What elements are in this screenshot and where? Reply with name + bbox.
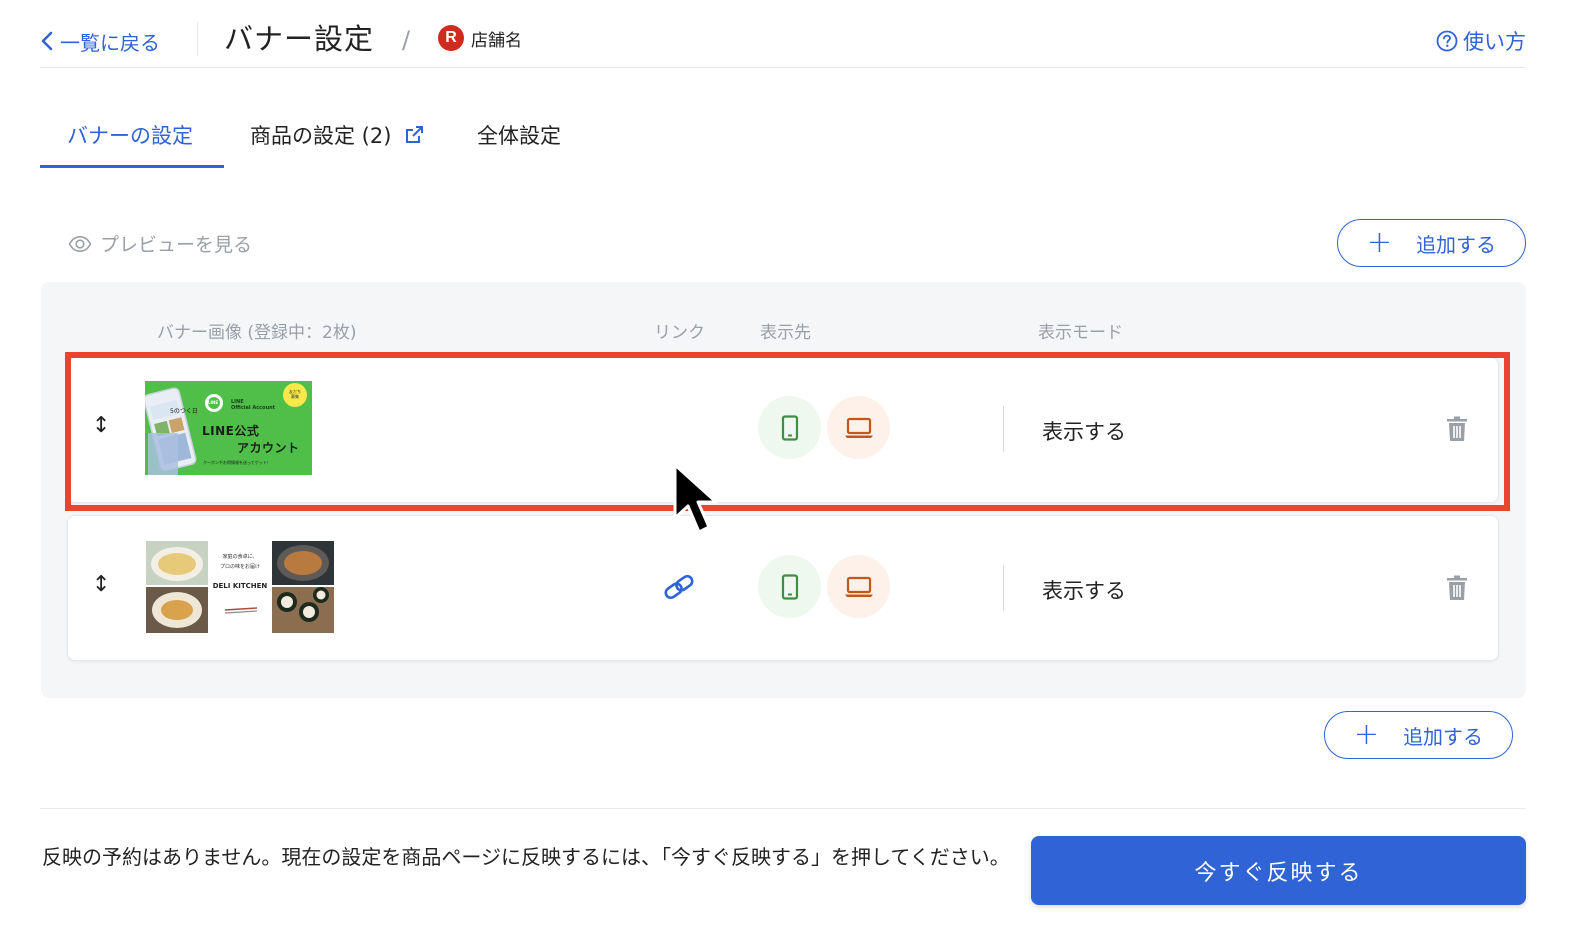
tab-banner-settings-label: バナーの設定 bbox=[67, 124, 193, 148]
column-header-link: リンク bbox=[654, 323, 705, 343]
eye-icon bbox=[68, 235, 92, 252]
preview-link[interactable]: プレビューを見る bbox=[68, 230, 252, 257]
banner-tagline-2: プロの味をお届け bbox=[219, 564, 260, 570]
trash-icon[interactable] bbox=[1446, 575, 1468, 605]
column-header-target: 表示先 bbox=[760, 323, 811, 343]
help-link[interactable]: 使い方 bbox=[1436, 26, 1526, 56]
smartphone-icon bbox=[781, 573, 798, 600]
column-header-image: バナー画像 (登録中：2枚) bbox=[157, 323, 357, 343]
tab-banner-settings[interactable]: バナーの設定 bbox=[67, 120, 193, 150]
banner-thumbnail[interactable]: 家庭の食卓に、 プロの味をお届け DELI KITCHEN bbox=[145, 540, 335, 634]
plus-icon: + bbox=[1353, 717, 1380, 752]
plus-icon: + bbox=[1366, 225, 1393, 260]
store-name: 店舗名 bbox=[471, 30, 522, 51]
pc-target-toggle[interactable] bbox=[827, 555, 890, 618]
back-link-label: 一覧に戻る bbox=[60, 30, 160, 55]
breadcrumb-separator: / bbox=[402, 26, 411, 54]
preview-label: プレビューを見る bbox=[100, 234, 253, 256]
page-title: バナー設定 bbox=[224, 22, 375, 56]
tab-general-settings[interactable]: 全体設定 bbox=[477, 120, 561, 150]
drag-handle-icon[interactable]: ↕ bbox=[92, 572, 110, 597]
chevron-left-icon bbox=[41, 31, 53, 51]
header-divider-line bbox=[40, 67, 1526, 68]
add-banner-button-top[interactable]: + 追加する bbox=[1337, 219, 1526, 267]
column-header-mode: 表示モード bbox=[1038, 323, 1123, 343]
store-breadcrumb: R 店舗名 bbox=[438, 25, 522, 51]
link-icon[interactable] bbox=[663, 573, 695, 605]
external-link-icon bbox=[406, 126, 424, 143]
tab-product-settings-label: 商品の設定 (2) bbox=[250, 124, 392, 148]
tab-product-settings[interactable]: 商品の設定 (2) bbox=[250, 120, 425, 150]
column-divider bbox=[1003, 565, 1004, 611]
active-tab-indicator bbox=[40, 165, 224, 168]
display-mode-value[interactable]: 表示する bbox=[1042, 575, 1126, 605]
mobile-target-toggle[interactable] bbox=[758, 555, 821, 618]
tab-general-settings-label: 全体設定 bbox=[477, 124, 561, 148]
row-highlight-box bbox=[65, 352, 1510, 511]
help-circle-icon bbox=[1436, 30, 1458, 52]
publish-now-button[interactable]: 今すぐ反映する bbox=[1031, 836, 1526, 905]
add-button-label: 追加する bbox=[1403, 724, 1484, 749]
store-logo: R bbox=[438, 25, 464, 51]
banner-brand: DELI KITCHEN bbox=[212, 582, 268, 590]
add-button-label: 追加する bbox=[1416, 232, 1497, 257]
back-link[interactable]: 一覧に戻る bbox=[40, 26, 160, 56]
header-divider bbox=[197, 22, 198, 56]
mouse-cursor-icon bbox=[672, 462, 724, 542]
laptop-icon bbox=[844, 576, 873, 597]
help-link-label: 使い方 bbox=[1463, 30, 1526, 54]
add-banner-button-bottom[interactable]: + 追加する bbox=[1324, 711, 1513, 759]
publish-status-message: 反映の予約はありません。現在の設定を商品ページに反映するには、「今すぐ反映する」… bbox=[42, 845, 1010, 869]
banner-tagline-1: 家庭の食卓に、 bbox=[222, 554, 258, 560]
footer-divider bbox=[40, 808, 1526, 809]
